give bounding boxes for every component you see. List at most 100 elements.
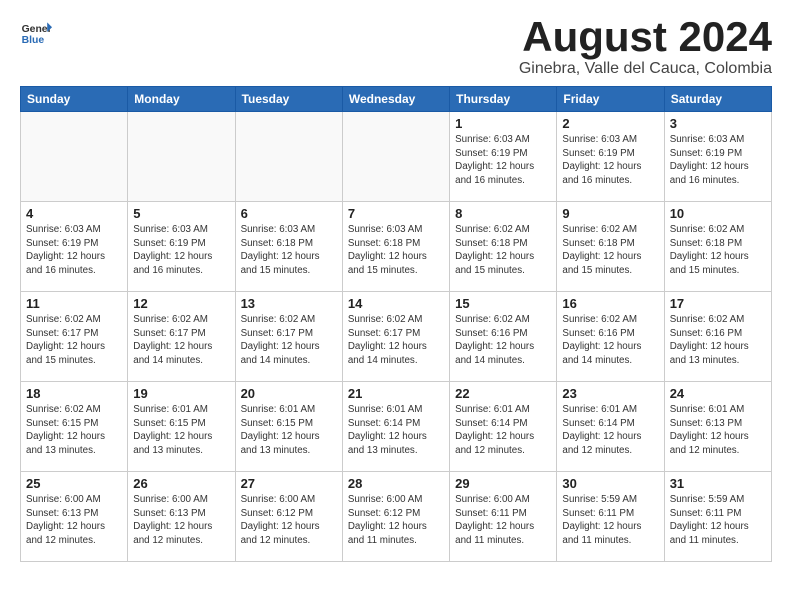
day-info: Sunrise: 6:01 AMSunset: 6:14 PMDaylight:… [348, 403, 444, 458]
calendar-cell: 7 Sunrise: 6:03 AMSunset: 6:18 PMDaylight… [342, 202, 449, 292]
day-number: 5 [133, 206, 229, 221]
page-header: General Blue August 2024 Ginebra, Valle … [20, 16, 772, 78]
day-info: Sunrise: 6:01 AMSunset: 6:14 PMDaylight:… [455, 403, 551, 458]
title-block: August 2024 Ginebra, Valle del Cauca, Co… [519, 16, 772, 78]
day-number: 10 [670, 206, 766, 221]
calendar-week-4: 18Sunrise: 6:02 AMSunset: 6:15 PMDayligh… [21, 382, 772, 472]
calendar-cell: 30 Sunrise: 5:59 AMSunset: 6:11 PMDayligh… [557, 472, 664, 562]
calendar-cell: 26Sunrise: 6:00 AMSunset: 6:13 PMDayligh… [128, 472, 235, 562]
day-number: 4 [26, 206, 122, 221]
calendar-cell: 18Sunrise: 6:02 AMSunset: 6:15 PMDayligh… [21, 382, 128, 472]
day-info: Sunrise: 6:02 AMSunset: 6:18 PMDaylight:… [670, 223, 766, 278]
day-info: Sunrise: 6:00 AMSunset: 6:13 PMDaylight:… [26, 493, 122, 548]
day-number: 15 [455, 296, 551, 311]
weekday-header-sunday: Sunday [21, 87, 128, 112]
calendar-cell: 29 Sunrise: 6:00 AMSunset: 6:11 PMDayligh… [450, 472, 557, 562]
logo: General Blue [20, 16, 52, 48]
day-info: Sunrise: 5:59 AMSunset: 6:11 PMDaylight:… [670, 493, 766, 548]
calendar-week-2: 4 Sunrise: 6:03 AMSunset: 6:19 PMDaylight… [21, 202, 772, 292]
calendar-cell: 9Sunrise: 6:02 AMSunset: 6:18 PMDaylight… [557, 202, 664, 292]
calendar-cell [128, 112, 235, 202]
calendar-cell [342, 112, 449, 202]
day-number: 20 [241, 386, 337, 401]
day-number: 13 [241, 296, 337, 311]
calendar-cell: 15 Sunrise: 6:02 AMSunset: 6:16 PMDayligh… [450, 292, 557, 382]
day-info: Sunrise: 6:03 AMSunset: 6:18 PMDaylight:… [348, 223, 444, 278]
day-info: Sunrise: 6:02 AMSunset: 6:17 PMDaylight:… [348, 313, 444, 368]
day-info: Sunrise: 6:01 AMSunset: 6:13 PMDaylight:… [670, 403, 766, 458]
day-number: 21 [348, 386, 444, 401]
calendar-cell: 4 Sunrise: 6:03 AMSunset: 6:19 PMDaylight… [21, 202, 128, 292]
day-info: Sunrise: 6:00 AMSunset: 6:13 PMDaylight:… [133, 493, 229, 548]
day-info: Sunrise: 6:02 AMSunset: 6:15 PMDaylight:… [26, 403, 122, 458]
calendar-week-1: 1Sunrise: 6:03 AMSunset: 6:19 PMDaylight… [21, 112, 772, 202]
weekday-header-saturday: Saturday [664, 87, 771, 112]
calendar-cell: 20Sunrise: 6:01 AMSunset: 6:15 PMDayligh… [235, 382, 342, 472]
day-info: Sunrise: 6:03 AMSunset: 6:19 PMDaylight:… [133, 223, 229, 278]
day-info: Sunrise: 6:03 AMSunset: 6:18 PMDaylight:… [241, 223, 337, 278]
day-number: 27 [241, 476, 337, 491]
day-info: Sunrise: 5:59 AMSunset: 6:11 PMDaylight:… [562, 493, 658, 548]
weekday-header-friday: Friday [557, 87, 664, 112]
calendar-cell: 3 Sunrise: 6:03 AMSunset: 6:19 PMDaylight… [664, 112, 771, 202]
day-number: 7 [348, 206, 444, 221]
day-info: Sunrise: 6:01 AMSunset: 6:14 PMDaylight:… [562, 403, 658, 458]
day-info: Sunrise: 6:00 AMSunset: 6:11 PMDaylight:… [455, 493, 551, 548]
day-info: Sunrise: 6:00 AMSunset: 6:12 PMDaylight:… [348, 493, 444, 548]
calendar-cell: 31 Sunrise: 5:59 AMSunset: 6:11 PMDayligh… [664, 472, 771, 562]
calendar-cell: 23 Sunrise: 6:01 AMSunset: 6:14 PMDayligh… [557, 382, 664, 472]
calendar-cell: 5 Sunrise: 6:03 AMSunset: 6:19 PMDaylight… [128, 202, 235, 292]
day-info: Sunrise: 6:02 AMSunset: 6:17 PMDaylight:… [241, 313, 337, 368]
day-info: Sunrise: 6:03 AMSunset: 6:19 PMDaylight:… [670, 133, 766, 188]
calendar-cell: 6 Sunrise: 6:03 AMSunset: 6:18 PMDaylight… [235, 202, 342, 292]
day-number: 25 [26, 476, 122, 491]
day-info: Sunrise: 6:03 AMSunset: 6:19 PMDaylight:… [562, 133, 658, 188]
calendar-week-5: 25 Sunrise: 6:00 AMSunset: 6:13 PMDayligh… [21, 472, 772, 562]
logo-icon: General Blue [20, 16, 52, 48]
day-number: 31 [670, 476, 766, 491]
calendar-cell: 11Sunrise: 6:02 AMSunset: 6:17 PMDayligh… [21, 292, 128, 382]
calendar-cell [235, 112, 342, 202]
day-number: 23 [562, 386, 658, 401]
day-info: Sunrise: 6:02 AMSunset: 6:18 PMDaylight:… [455, 223, 551, 278]
day-number: 22 [455, 386, 551, 401]
day-number: 8 [455, 206, 551, 221]
day-number: 24 [670, 386, 766, 401]
calendar-cell: 28 Sunrise: 6:00 AMSunset: 6:12 PMDayligh… [342, 472, 449, 562]
day-number: 29 [455, 476, 551, 491]
day-info: Sunrise: 6:02 AMSunset: 6:16 PMDaylight:… [562, 313, 658, 368]
day-info: Sunrise: 6:02 AMSunset: 6:16 PMDaylight:… [670, 313, 766, 368]
calendar-table: SundayMondayTuesdayWednesdayThursdayFrid… [20, 86, 772, 562]
calendar-cell: 14Sunrise: 6:02 AMSunset: 6:17 PMDayligh… [342, 292, 449, 382]
weekday-header-tuesday: Tuesday [235, 87, 342, 112]
day-info: Sunrise: 6:02 AMSunset: 6:17 PMDaylight:… [133, 313, 229, 368]
day-info: Sunrise: 6:03 AMSunset: 6:19 PMDaylight:… [26, 223, 122, 278]
calendar-week-3: 11 Sunrise: 6:02 AMSunset: 6:17 PMDayligh… [21, 292, 772, 382]
day-number: 30 [562, 476, 658, 491]
calendar-cell: 8 Sunrise: 6:02 AMSunset: 6:18 PMDaylight… [450, 202, 557, 292]
calendar-cell: 10 Sunrise: 6:02 AMSunset: 6:18 PMDayligh… [664, 202, 771, 292]
day-info: Sunrise: 6:02 AMSunset: 6:16 PMDaylight:… [455, 313, 551, 368]
calendar-cell: 12 Sunrise: 6:02 AMSunset: 6:17 PMDayligh… [128, 292, 235, 382]
calendar-title: August 2024 [519, 16, 772, 58]
calendar-cell: 22 Sunrise: 6:01 AMSunset: 6:14 PMDayligh… [450, 382, 557, 472]
day-number: 6 [241, 206, 337, 221]
day-number: 2 [562, 116, 658, 131]
day-number: 9 [562, 206, 658, 221]
day-number: 11 [26, 296, 122, 311]
calendar-cell: 2 Sunrise: 6:03 AMSunset: 6:19 PMDaylight… [557, 112, 664, 202]
day-info: Sunrise: 6:03 AMSunset: 6:19 PMDaylight:… [455, 133, 551, 188]
calendar-cell: 25 Sunrise: 6:00 AMSunset: 6:13 PMDayligh… [21, 472, 128, 562]
svg-text:Blue: Blue [22, 35, 45, 46]
day-number: 28 [348, 476, 444, 491]
weekday-header-monday: Monday [128, 87, 235, 112]
day-number: 3 [670, 116, 766, 131]
day-info: Sunrise: 6:00 AMSunset: 6:12 PMDaylight:… [241, 493, 337, 548]
calendar-cell: 16Sunrise: 6:02 AMSunset: 6:16 PMDayligh… [557, 292, 664, 382]
day-info: Sunrise: 6:01 AMSunset: 6:15 PMDaylight:… [133, 403, 229, 458]
day-number: 12 [133, 296, 229, 311]
calendar-cell: 1Sunrise: 6:03 AMSunset: 6:19 PMDaylight… [450, 112, 557, 202]
weekday-header-thursday: Thursday [450, 87, 557, 112]
calendar-cell: 24 Sunrise: 6:01 AMSunset: 6:13 PMDayligh… [664, 382, 771, 472]
day-number: 17 [670, 296, 766, 311]
